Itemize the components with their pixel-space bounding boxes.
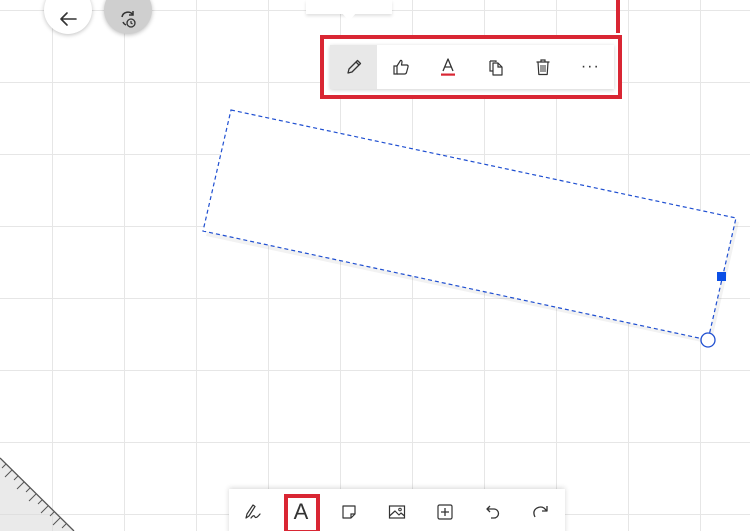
redo-icon xyxy=(533,506,548,518)
add-square-icon xyxy=(437,504,453,520)
undo-icon xyxy=(486,505,500,519)
selected-text-box[interactable] xyxy=(202,109,737,341)
image-tool-button[interactable] xyxy=(373,489,421,531)
resize-handle[interactable] xyxy=(717,272,726,281)
redo-button[interactable] xyxy=(517,489,565,531)
add-tool-button[interactable] xyxy=(421,489,469,531)
bottom-toolbar: A xyxy=(229,489,565,531)
undo-button[interactable] xyxy=(469,489,517,531)
pen-icon xyxy=(245,504,261,519)
image-icon xyxy=(388,505,406,519)
ruler-icon[interactable] xyxy=(0,450,90,531)
selection-layer xyxy=(202,109,739,348)
rotate-handle[interactable] xyxy=(700,332,716,348)
pen-tool-button[interactable] xyxy=(229,489,277,531)
sticky-note-icon xyxy=(342,505,356,519)
text-tool-highlight xyxy=(284,494,320,531)
sticky-note-tool-button[interactable] xyxy=(325,489,373,531)
